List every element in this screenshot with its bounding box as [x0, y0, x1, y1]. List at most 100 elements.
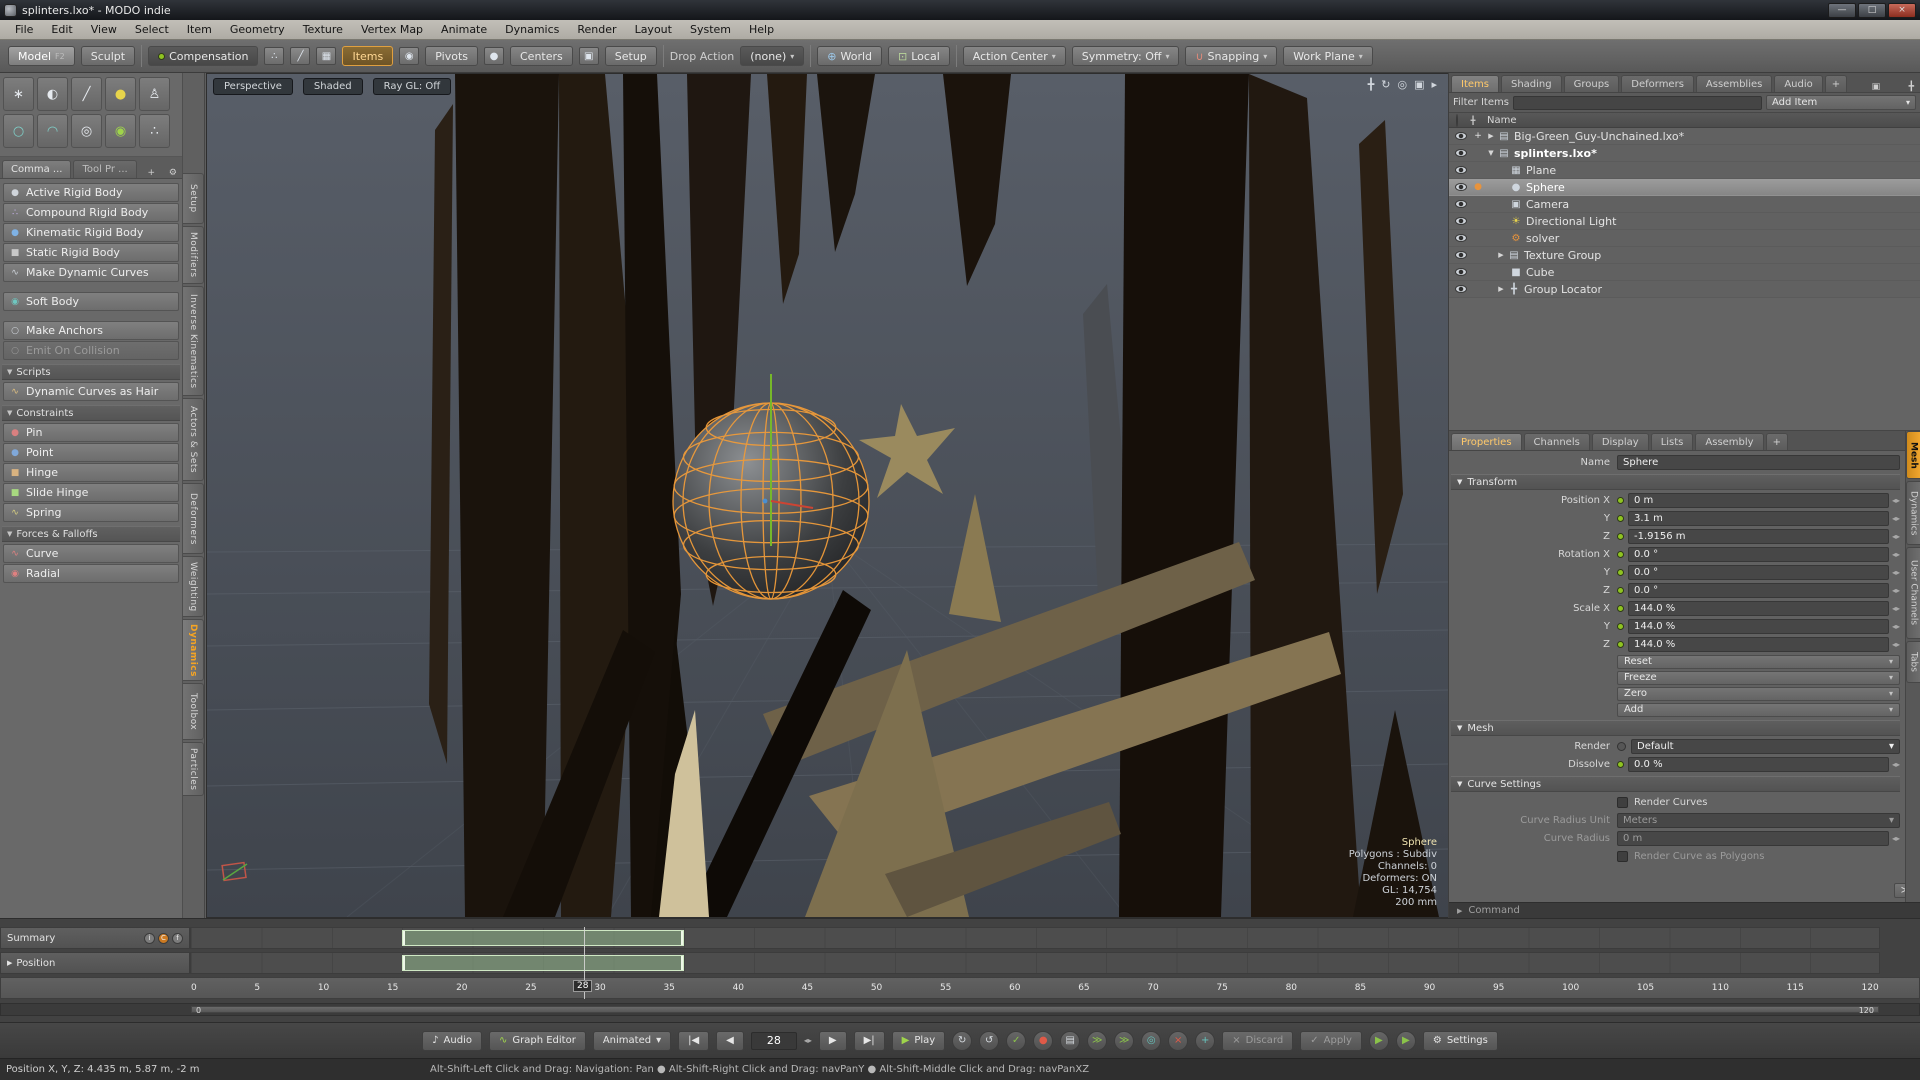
auto-select-vertices-icon[interactable]: ∴ [264, 47, 284, 65]
command-bar[interactable]: ▶ Command [1449, 902, 1920, 918]
position-track[interactable] [190, 952, 1880, 974]
add-key-icon[interactable]: + [1195, 1031, 1215, 1051]
expand-arrow[interactable]: ▶ [7, 959, 12, 967]
tab-setup[interactable]: Setup [183, 173, 204, 224]
orbit-icon[interactable]: ↻ [1381, 78, 1390, 91]
tool-icon[interactable]: ∴ [139, 114, 170, 148]
local-button[interactable]: ⊡ Local [888, 46, 950, 66]
tree-item-selected[interactable]: ● ● Sphere [1449, 179, 1920, 196]
tree-item[interactable]: ▣ Camera [1449, 196, 1920, 213]
go-to-start-button[interactable]: |◀ [678, 1031, 709, 1051]
bake-keys-icon[interactable]: ≫ [1114, 1031, 1134, 1051]
minimize-button[interactable]: — [1828, 3, 1856, 18]
frame-spinner[interactable]: ◂▸ [804, 1036, 812, 1045]
work-plane-select[interactable]: Work Plane ▾ [1283, 46, 1373, 66]
value-spinner[interactable]: ◂▸ [1892, 622, 1900, 631]
tab-commands[interactable]: Comma ... [2, 160, 71, 178]
value-spinner[interactable]: ◂▸ [1892, 604, 1900, 613]
position-x-field[interactable]: 0 m [1628, 493, 1889, 508]
film-icon[interactable]: ▤ [1060, 1031, 1080, 1051]
constraints-section-header[interactable]: ▼Constraints [2, 405, 180, 421]
compound-rigid-body-button[interactable]: ∴Compound Rigid Body [3, 203, 179, 222]
summary-track[interactable] [190, 927, 1880, 949]
soft-body-button[interactable]: ◉Soft Body [3, 292, 179, 311]
add-tab-icon[interactable]: + [1766, 433, 1788, 450]
sculpt-tab[interactable]: Sculpt [81, 46, 135, 66]
expand-arrow[interactable]: ▶ [1495, 251, 1507, 259]
value-spinner[interactable]: ◂▸ [1892, 760, 1900, 769]
tab-mesh[interactable]: Mesh [1906, 431, 1920, 479]
visibility-icon[interactable] [1455, 251, 1467, 259]
tool-icon[interactable]: ○ [3, 114, 34, 148]
channel-led[interactable] [1617, 569, 1624, 576]
tool-icon[interactable]: ◉ [105, 114, 136, 148]
menu-item-render[interactable]: Render [568, 20, 625, 39]
fast-forward-keys-icon[interactable]: ≫ [1087, 1031, 1107, 1051]
channel-led[interactable] [1617, 587, 1624, 594]
active-rigid-body-button[interactable]: ●Active Rigid Body [3, 183, 179, 202]
panel-gear-icon[interactable]: ⚙ [166, 168, 180, 178]
menu-item-animate[interactable]: Animate [432, 20, 496, 39]
kinematic-rigid-body-button[interactable]: ●Kinematic Rigid Body [3, 223, 179, 242]
go-to-end-button[interactable]: ▶| [854, 1031, 885, 1051]
previous-key-button[interactable]: ◀ [716, 1031, 744, 1051]
tab-channels[interactable]: Channels [1524, 433, 1590, 450]
keyframe-marker[interactable] [403, 931, 405, 945]
record-icon[interactable]: ● [1033, 1031, 1053, 1051]
menu-item-geometry[interactable]: Geometry [221, 20, 294, 39]
tool-icon[interactable]: ◐ [37, 77, 68, 111]
viewport[interactable]: Perspective Shaded Ray GL: Off ╋ ↻ ◎ ▣ ▸… [206, 73, 1448, 918]
render-curves-checkbox[interactable] [1617, 797, 1628, 808]
visibility-icon[interactable] [1455, 183, 1467, 191]
tab-toolbox[interactable]: Toolbox [183, 683, 204, 740]
compensation-toggle[interactable]: Compensation [148, 46, 258, 66]
view-mode-button[interactable]: Perspective [213, 78, 293, 95]
keyframe-range[interactable] [402, 930, 684, 946]
remove-key-icon[interactable]: × [1168, 1031, 1188, 1051]
tool-icon[interactable]: ◎ [71, 114, 102, 148]
zoom-icon[interactable]: ◎ [1397, 78, 1407, 91]
scale-y-field[interactable]: 144.0 % [1628, 619, 1889, 634]
scripts-section-header[interactable]: ▼Scripts [2, 364, 180, 380]
forces-section-header[interactable]: ▼Forces & Falloffs [2, 526, 180, 542]
static-rigid-body-button[interactable]: ■Static Rigid Body [3, 243, 179, 262]
channel-led[interactable] [1617, 551, 1624, 558]
sync-icon[interactable]: ◎ [1141, 1031, 1161, 1051]
maximize-viewport-icon[interactable]: ▣ [1414, 78, 1424, 91]
model-tab[interactable]: Model F2 [8, 46, 75, 66]
menu-item-view[interactable]: View [82, 20, 126, 39]
position-y-field[interactable]: 3.1 m [1628, 511, 1889, 526]
curve-settings-section-header[interactable]: ▼ Curve Settings [1451, 776, 1900, 792]
point-button[interactable]: ●Point [3, 443, 179, 462]
pivots-button[interactable]: Pivots [425, 46, 478, 66]
pin-button[interactable]: ●Pin [3, 423, 179, 442]
graph-editor-button[interactable]: ∿ Graph Editor [489, 1031, 586, 1051]
auto-select-edges-icon[interactable]: ╱ [290, 47, 310, 65]
menu-item-system[interactable]: System [681, 20, 740, 39]
next-key-button[interactable]: ▶ [819, 1031, 847, 1051]
panel-options-icon[interactable]: ╋ [1905, 82, 1918, 92]
cache-icon[interactable]: C [158, 933, 169, 944]
add-tab-icon[interactable]: + [1825, 75, 1847, 92]
animated-select[interactable]: Animated ▾ [593, 1031, 671, 1051]
setup-mode-icon[interactable]: ▣ [579, 47, 599, 65]
freeze-button[interactable]: Freeze▾ [1617, 671, 1900, 685]
tool-icon[interactable]: ◠ [37, 114, 68, 148]
viewport-menu-icon[interactable]: ▸ [1431, 78, 1437, 91]
loop-icon[interactable]: ↻ [952, 1031, 972, 1051]
action-center-select[interactable]: Action Center ▾ [963, 46, 1066, 66]
make-anchors-button[interactable]: ○Make Anchors [3, 321, 179, 340]
visibility-icon[interactable] [1455, 268, 1467, 276]
tree-item[interactable]: ▶ ▤ Texture Group [1449, 247, 1920, 264]
curve-force-button[interactable]: ∿Curve [3, 544, 179, 563]
world-button[interactable]: ⊕ World [817, 46, 882, 66]
position-z-field[interactable]: -1.9156 m [1628, 529, 1889, 544]
pan-icon[interactable]: ╋ [1368, 78, 1375, 91]
dissolve-field[interactable]: 0.0 % [1628, 757, 1889, 772]
raygl-button[interactable]: Ray GL: Off [373, 78, 452, 95]
tab-assembly[interactable]: Assembly [1695, 433, 1763, 450]
tab-items[interactable]: Items [1451, 75, 1499, 92]
channel-led[interactable] [1617, 605, 1624, 612]
current-frame-field[interactable]: 28 [751, 1032, 797, 1050]
auto-key-icon[interactable]: ✓ [1006, 1031, 1026, 1051]
